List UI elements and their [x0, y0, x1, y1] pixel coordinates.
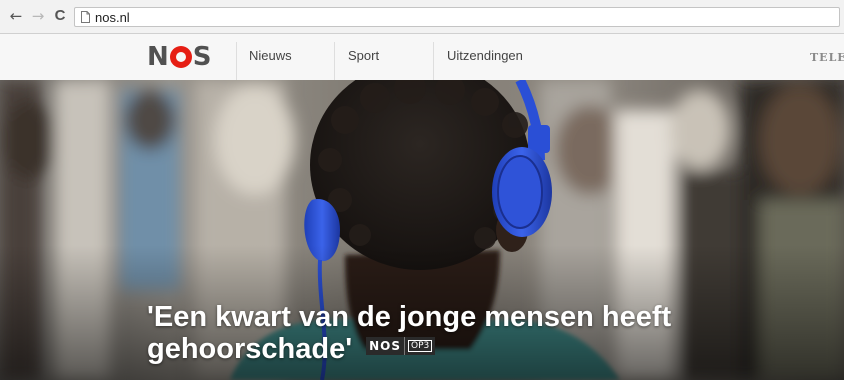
address-bar[interactable]: nos.nl — [74, 7, 840, 27]
headline-line-2: gehoorschade' — [147, 333, 353, 365]
headline-line-1: 'Een kwart van de jonge mensen heeft — [147, 301, 672, 333]
nav-item-uitzendingen[interactable]: Uitzendingen — [447, 48, 523, 63]
nav-item-nieuws[interactable]: Nieuws — [249, 48, 292, 63]
teletekst-logo[interactable]: TELETEKST — [810, 51, 844, 64]
site-header: NS Nieuws Sport Uitzendingen TELETEKST — [0, 34, 844, 80]
hero-headline[interactable]: 'Een kwart van de jonge mensen heeft geh… — [147, 301, 767, 365]
back-arrow-icon[interactable]: ← — [8, 8, 24, 24]
nav-divider — [433, 42, 434, 80]
nav-item-sport[interactable]: Sport — [348, 48, 379, 63]
logo-s: S — [192, 42, 212, 72]
badge-op3-text: OP3 — [408, 340, 433, 353]
reload-icon[interactable]: C — [52, 8, 68, 24]
page-icon — [81, 11, 90, 23]
browser-toolbar: ← → C nos.nl — [0, 0, 844, 34]
nav-divider — [236, 42, 237, 80]
nav-divider — [334, 42, 335, 80]
logo-n: N — [147, 42, 169, 72]
forward-arrow-icon[interactable]: → — [30, 8, 46, 24]
logo-o-circle — [169, 46, 192, 68]
nos-logo[interactable]: NS — [147, 42, 212, 72]
nos-op3-badge: NOS OP3 — [366, 337, 436, 356]
hero-article[interactable]: 'Een kwart van de jonge mensen heeft geh… — [0, 80, 844, 380]
url-text: nos.nl — [95, 10, 130, 25]
badge-op3-label: OP3 — [404, 337, 436, 356]
badge-nos-label: NOS — [366, 337, 405, 356]
